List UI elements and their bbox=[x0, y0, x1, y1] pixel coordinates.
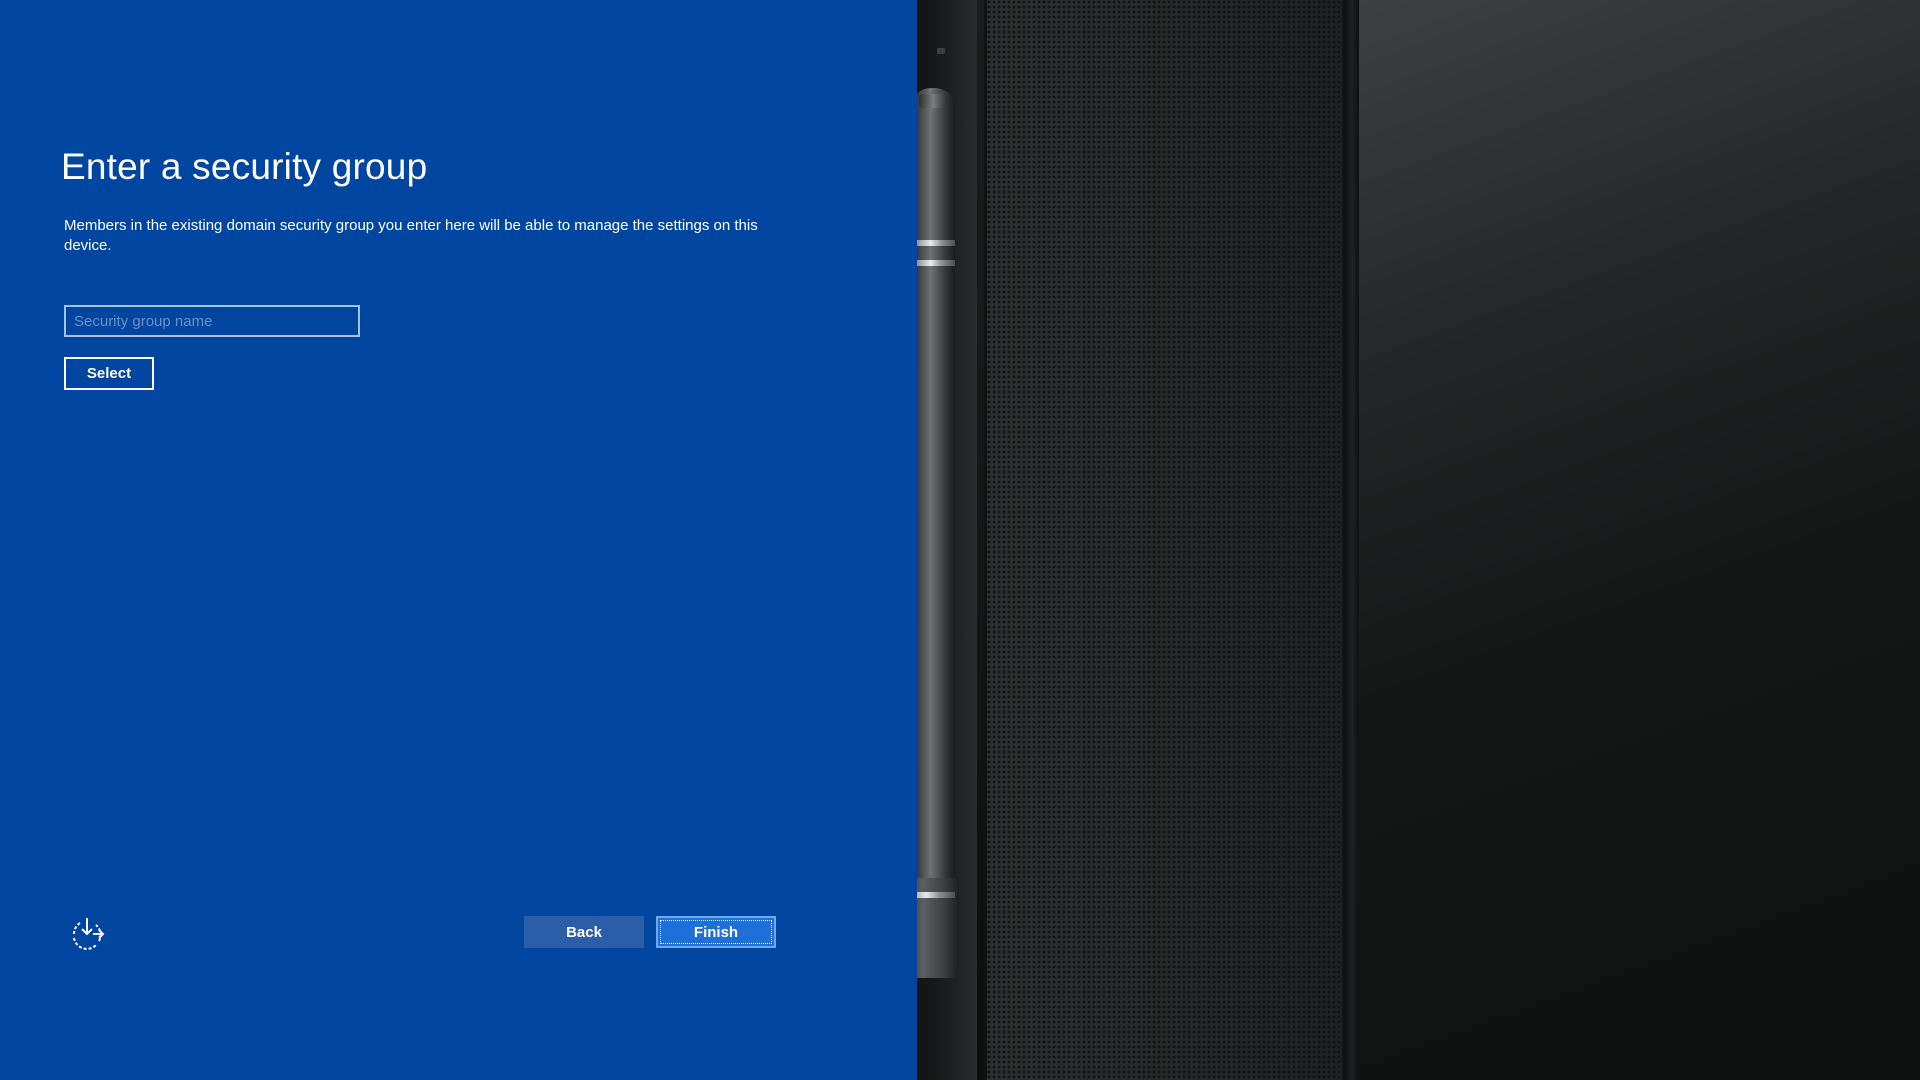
select-button[interactable]: Select bbox=[64, 357, 154, 390]
server-door-handle bbox=[917, 88, 959, 988]
security-group-input[interactable] bbox=[64, 305, 360, 337]
page-description: Members in the existing domain security … bbox=[64, 217, 758, 254]
server-divider bbox=[1345, 0, 1359, 1080]
setup-panel: Enter a security group Members in the ex… bbox=[0, 0, 917, 1080]
handle-ring bbox=[917, 260, 955, 266]
back-button[interactable]: Back bbox=[524, 916, 644, 948]
server-hero-image bbox=[917, 0, 1920, 1080]
finish-button[interactable]: Finish bbox=[656, 916, 776, 948]
handle-ring bbox=[917, 240, 955, 246]
handle-body bbox=[917, 88, 955, 878]
handle-ring bbox=[917, 892, 955, 898]
server-side-panel bbox=[1359, 0, 1920, 1080]
ease-of-access-icon[interactable] bbox=[68, 914, 106, 952]
status-light bbox=[937, 48, 945, 54]
handle-cap bbox=[919, 94, 947, 108]
server-mesh-door bbox=[984, 0, 1346, 1080]
page-title: Enter a security group bbox=[61, 146, 428, 187]
